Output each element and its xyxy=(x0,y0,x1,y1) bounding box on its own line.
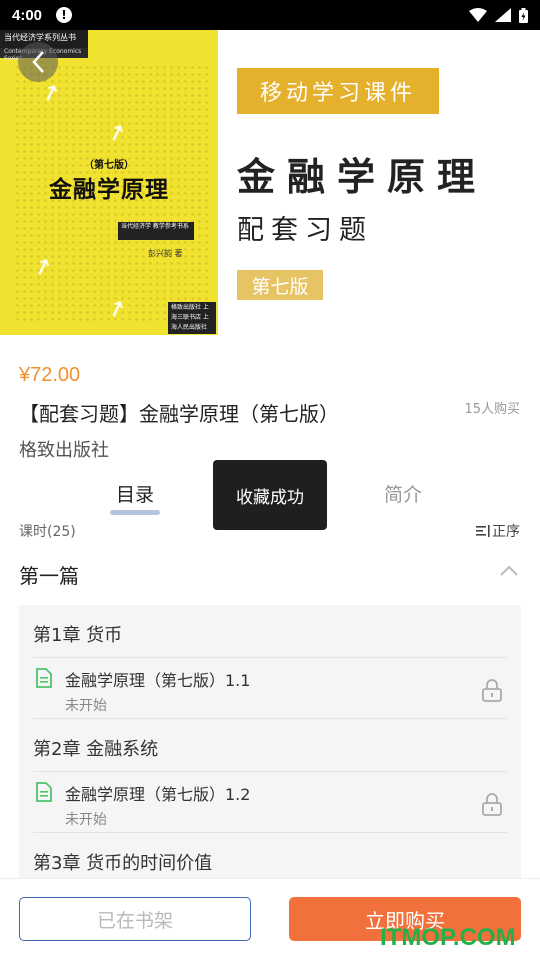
publisher: 格致出版社 xyxy=(19,440,109,461)
chevron-up-icon xyxy=(500,566,518,576)
lesson-status: 未开始 xyxy=(65,812,107,828)
sort-label: 正序 xyxy=(492,524,520,540)
lessons-count: 课时(25) xyxy=(19,524,76,540)
back-button[interactable] xyxy=(18,42,58,82)
status-time: 4:00 xyxy=(12,6,43,24)
chevron-left-icon xyxy=(32,51,44,73)
tab-intro[interactable]: 简介 xyxy=(384,480,422,507)
part-title[interactable]: 第一篇 xyxy=(19,560,79,589)
document-icon xyxy=(36,668,52,688)
hero-banner: 当代经济学系列丛书 Contemporary Economics Series … xyxy=(0,30,540,336)
hero-subtitle: 配套习题 xyxy=(237,215,373,246)
cover-author: 彭兴韵 著 xyxy=(148,249,183,258)
battery-icon xyxy=(519,7,528,23)
status-icons xyxy=(469,7,528,23)
edition-badge: 第七版 xyxy=(237,270,323,300)
lock-icon xyxy=(482,679,502,702)
buyer-count: 15人购买 xyxy=(464,402,520,417)
sort-icon xyxy=(476,525,490,537)
wifi-icon xyxy=(469,8,487,22)
lesson-item[interactable]: 金融学原理（第七版）1.2 未开始 xyxy=(33,771,507,833)
cover-title: 金融学原理 xyxy=(49,177,169,203)
sort-button[interactable]: 正序 xyxy=(476,521,520,541)
chapter-title[interactable]: 第1章 货币 xyxy=(19,605,521,657)
collapse-toggle[interactable] xyxy=(498,560,520,582)
in-bookshelf-button[interactable]: 已在书架 xyxy=(19,897,251,941)
status-bar: 4:00 ! xyxy=(0,0,540,30)
lesson-status: 未开始 xyxy=(65,698,107,714)
watermark: ITMOP.COM xyxy=(380,924,516,951)
lesson-name: 金融学原理（第七版）1.2 xyxy=(65,785,251,804)
hero-title: 金融学原理 xyxy=(237,155,488,199)
product-title: 【配套习题】金融学原理（第七版） xyxy=(19,402,339,426)
tab-indicator xyxy=(110,510,160,515)
alert-icon: ! xyxy=(56,7,73,23)
lock-icon xyxy=(482,793,502,816)
chapter-list: 第1章 货币 金融学原理（第七版）1.1 未开始 第2章 金融系统 金融学原理（… xyxy=(19,605,521,885)
cover-edition: （第七版） xyxy=(84,160,134,171)
toast-message: 收藏成功 xyxy=(213,460,327,530)
lesson-name: 金融学原理（第七版）1.1 xyxy=(65,671,251,690)
cover-publisher: 格致出版社 上海三联书店 上海人民出版社 xyxy=(168,302,216,334)
courseware-badge: 移动学习课件 xyxy=(237,68,439,114)
signal-icon xyxy=(495,8,511,22)
chapter-title[interactable]: 第2章 金融系统 xyxy=(19,719,521,771)
lesson-item[interactable]: 金融学原理（第七版）1.1 未开始 xyxy=(33,657,507,719)
document-icon xyxy=(36,782,52,802)
cover-box-label: 当代经济学 教学参考书系 xyxy=(118,222,194,240)
price: ¥72.00 xyxy=(19,364,81,386)
tab-toc[interactable]: 目录 xyxy=(116,480,154,507)
